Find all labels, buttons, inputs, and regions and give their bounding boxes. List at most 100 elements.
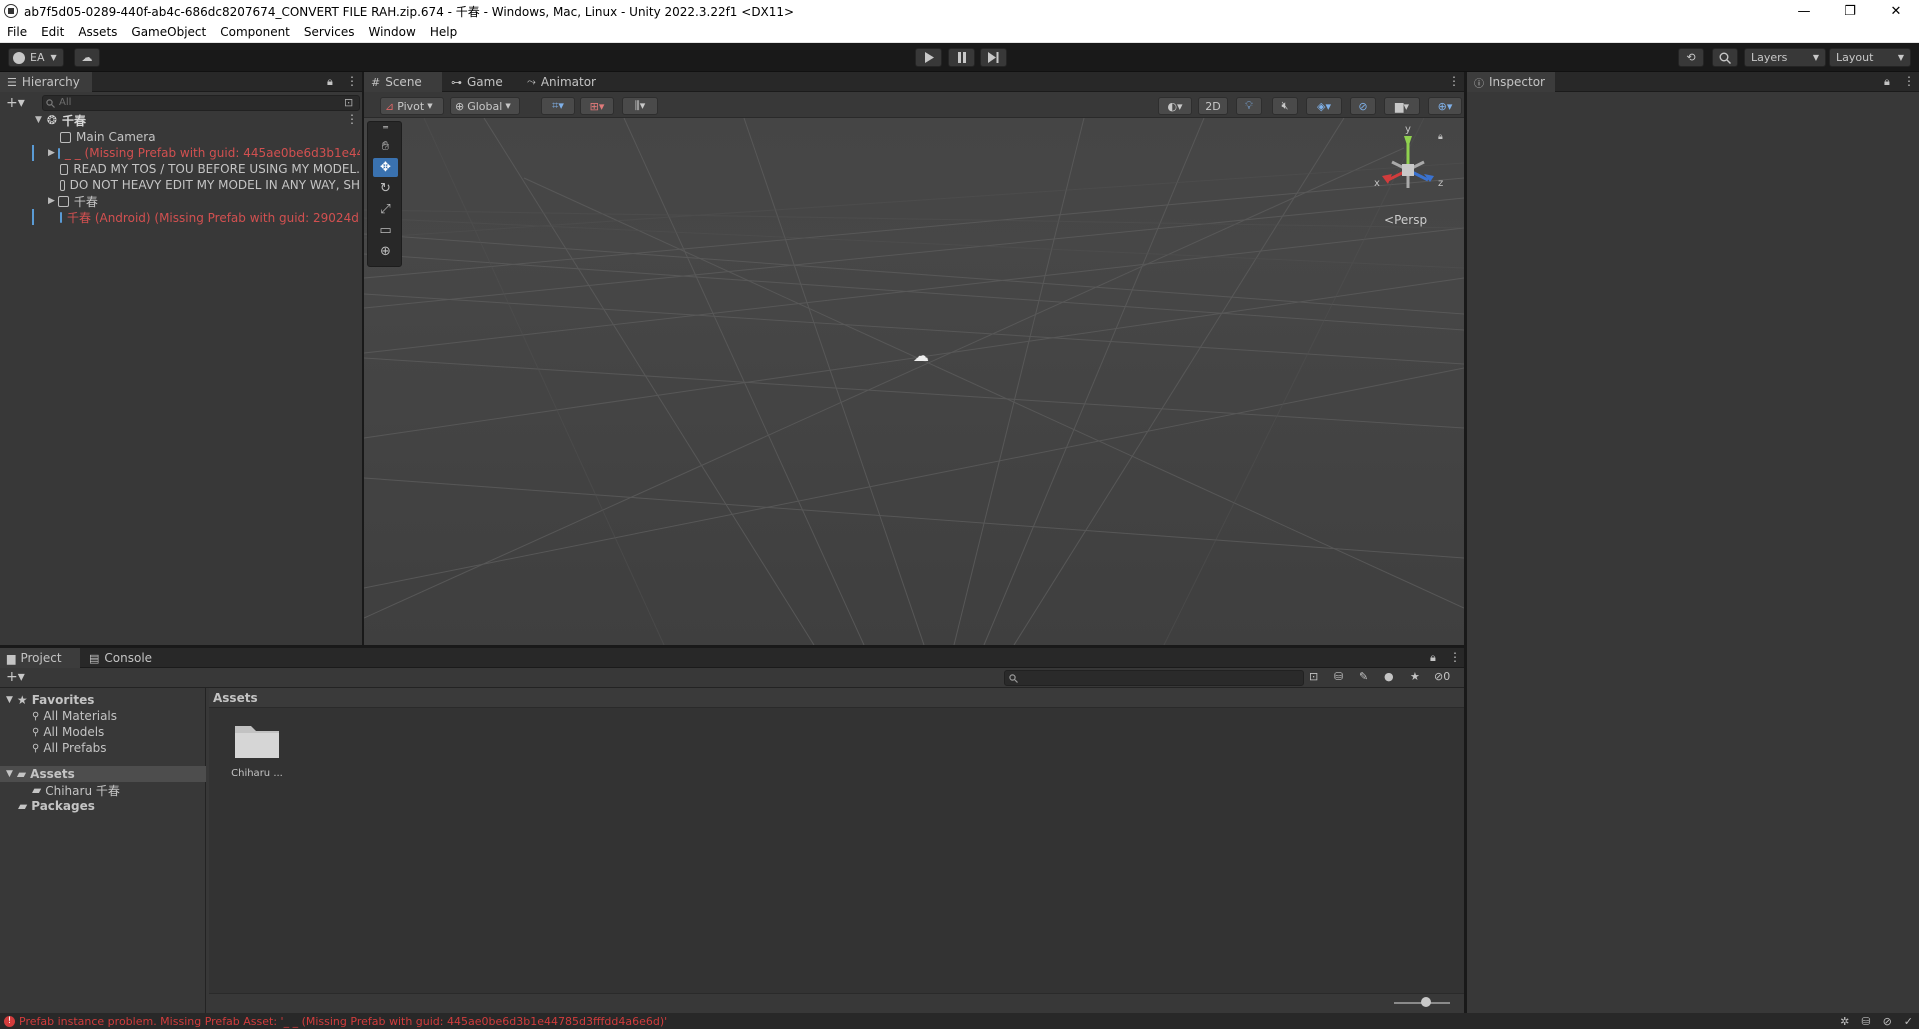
- hierarchy-item[interactable]: READ MY TOS / TOU BEFORE USING MY MODEL.: [60, 161, 360, 177]
- close-button[interactable]: ✕: [1873, 0, 1919, 22]
- lock-icon[interactable]: 🔒︎: [1430, 651, 1436, 665]
- asset-grid-item[interactable]: Chiharu ...: [221, 718, 293, 798]
- cloud-button[interactable]: ☁: [74, 48, 100, 67]
- move-tool-icon[interactable]: ✥: [373, 158, 398, 177]
- play-icon: [924, 52, 934, 63]
- pause-button[interactable]: [948, 48, 975, 67]
- global-dropdown[interactable]: ⊕ Global ▼: [450, 97, 520, 115]
- add-object-button[interactable]: +▾: [6, 95, 25, 111]
- favorites-row[interactable]: ▼ ★ Favorites: [6, 692, 94, 708]
- toggle-2d-button[interactable]: 2D: [1198, 97, 1228, 115]
- unity-logo-icon: [4, 4, 18, 18]
- zoom-slider-handle[interactable]: [1421, 997, 1431, 1007]
- network-icon[interactable]: ⊘: [1883, 1015, 1892, 1028]
- scene-search-toggle-icon[interactable]: ⊡: [344, 96, 353, 109]
- menu-assets[interactable]: Assets: [71, 25, 124, 39]
- subfolder-row[interactable]: ▰ Chiharu 千春: [32, 782, 120, 798]
- play-button[interactable]: [915, 48, 942, 67]
- lock-icon[interactable]: 🔒︎: [327, 75, 333, 89]
- assets-folder-row[interactable]: ▼ ▰ Assets: [0, 766, 206, 782]
- gizmo-lock-icon[interactable]: 🔒︎: [1438, 132, 1443, 142]
- tab-animator[interactable]: ⤳ Animator: [520, 72, 610, 92]
- rect-tool-icon[interactable]: ▭: [373, 221, 398, 240]
- override-marker: [32, 209, 34, 225]
- tab-project[interactable]: ▆ Project: [0, 648, 80, 668]
- favorite-item[interactable]: ⚲ All Materials: [32, 708, 117, 724]
- menu-window[interactable]: Window: [362, 25, 423, 39]
- step-button[interactable]: [980, 48, 1007, 67]
- rotate-tool-icon[interactable]: ↻: [373, 179, 398, 198]
- scene-row[interactable]: ▼ ❂ 千春: [35, 112, 361, 128]
- light-gizmo-icon[interactable]: ☁: [913, 346, 929, 365]
- more-options-icon[interactable]: ⋮: [1449, 650, 1461, 664]
- info-icon: ⓘ: [1474, 78, 1484, 90]
- database-icon[interactable]: ⛁: [1861, 1015, 1870, 1028]
- hierarchy-item[interactable]: Main Camera: [60, 129, 360, 145]
- undo-history-button[interactable]: ⟲: [1678, 48, 1704, 67]
- lock-icon[interactable]: 🔒︎: [1884, 75, 1890, 89]
- hidden-packages-toggle[interactable]: ⊘ 0: [1434, 670, 1450, 683]
- favorite-item[interactable]: ⚲ All Prefabs: [32, 740, 107, 756]
- tab-game[interactable]: ⊶ Game: [444, 72, 518, 92]
- expand-arrow-icon: ▶: [48, 148, 55, 158]
- menu-services[interactable]: Services: [297, 25, 362, 39]
- menu-component[interactable]: Component: [213, 25, 297, 39]
- search-button[interactable]: [1712, 48, 1738, 67]
- hierarchy-item[interactable]: DO NOT HEAVY EDIT MY MODEL IN ANY WAY, S…: [60, 177, 360, 193]
- audio-toggle[interactable]: 🔇︎: [1272, 97, 1298, 115]
- project-search-input[interactable]: [1004, 670, 1304, 686]
- scene-more-icon[interactable]: ⋮: [346, 112, 358, 126]
- projection-toggle[interactable]: <Persp: [1384, 213, 1427, 227]
- pivot-dropdown[interactable]: ⊿ Pivot ▼: [380, 97, 444, 115]
- search-icon: [1719, 52, 1731, 64]
- layout-dropdown[interactable]: Layout ▼: [1829, 48, 1911, 67]
- camera-settings-dropdown[interactable]: ▆▾: [1384, 97, 1420, 115]
- hierarchy-item-missing[interactable]: 千春 (Android) (Missing Prefab with guid: …: [60, 209, 360, 225]
- filter-log-icon[interactable]: ●: [1384, 670, 1394, 683]
- create-asset-button[interactable]: +▾: [6, 669, 25, 685]
- favorite-item[interactable]: ⚲ All Models: [32, 724, 104, 740]
- filter-type-icon[interactable]: ⛁: [1334, 670, 1343, 683]
- layers-dropdown[interactable]: Layers ▼: [1744, 48, 1826, 67]
- account-label: EA: [30, 51, 45, 64]
- tab-console[interactable]: ▤ Console: [82, 648, 160, 668]
- lighting-toggle[interactable]: 💡︎: [1236, 97, 1262, 115]
- grid-visibility-button[interactable]: ⊞▾: [580, 97, 614, 115]
- increment-snap-button[interactable]: ⫼▾: [622, 97, 658, 115]
- menu-help[interactable]: Help: [423, 25, 464, 39]
- scene-viewport[interactable]: [364, 118, 1464, 645]
- grid-snap-button[interactable]: ⌗▾: [541, 97, 575, 115]
- more-options-icon[interactable]: ⋮: [346, 74, 358, 88]
- search-scope-icon[interactable]: ⊡: [1309, 670, 1318, 683]
- account-dropdown[interactable]: EA ▼: [8, 48, 64, 67]
- packages-folder-row[interactable]: ▰ Packages: [18, 798, 95, 814]
- maximize-button[interactable]: ❐: [1827, 0, 1873, 22]
- hierarchy-search-input[interactable]: All: [42, 95, 360, 111]
- transform-tool-icon[interactable]: ⊕: [373, 242, 398, 261]
- status-message[interactable]: Prefab instance problem. Missing Prefab …: [19, 1015, 667, 1028]
- hidden-objects-toggle[interactable]: ⊘: [1350, 97, 1376, 115]
- unity-scene-icon: ❂: [46, 113, 57, 127]
- minimize-button[interactable]: —: [1781, 0, 1827, 22]
- menu-gameobject[interactable]: GameObject: [124, 25, 213, 39]
- more-options-icon[interactable]: ⋮: [1903, 74, 1915, 88]
- tab-scene[interactable]: # Scene: [364, 72, 442, 92]
- effects-dropdown[interactable]: ◈▾: [1306, 97, 1342, 115]
- tab-hierarchy[interactable]: ☰ Hierarchy: [0, 72, 92, 92]
- menu-file[interactable]: File: [0, 25, 34, 39]
- hierarchy-item[interactable]: ▶ 千春: [48, 193, 360, 209]
- bug-icon[interactable]: ✲: [1840, 1015, 1849, 1028]
- scale-tool-icon[interactable]: ⤢: [373, 200, 398, 219]
- tab-inspector[interactable]: ⓘ Inspector: [1467, 72, 1555, 92]
- search-icon: [1009, 674, 1018, 683]
- hierarchy-item-missing[interactable]: ▶ _ _ (Missing Prefab with guid: 445ae0b…: [48, 145, 360, 161]
- menu-edit[interactable]: Edit: [34, 25, 71, 39]
- gizmos-dropdown[interactable]: ⊕▾: [1428, 97, 1462, 115]
- hand-tool-icon[interactable]: ✋︎: [373, 137, 398, 156]
- filter-label-icon[interactable]: ✎: [1359, 670, 1368, 683]
- check-circle-icon[interactable]: ✓: [1904, 1015, 1913, 1028]
- favorite-star-icon[interactable]: ★: [1410, 670, 1420, 683]
- more-options-icon[interactable]: ⋮: [1448, 74, 1460, 88]
- draw-mode-dropdown[interactable]: ◐▾: [1158, 97, 1192, 115]
- drag-handle-icon[interactable]: ═: [373, 123, 398, 132]
